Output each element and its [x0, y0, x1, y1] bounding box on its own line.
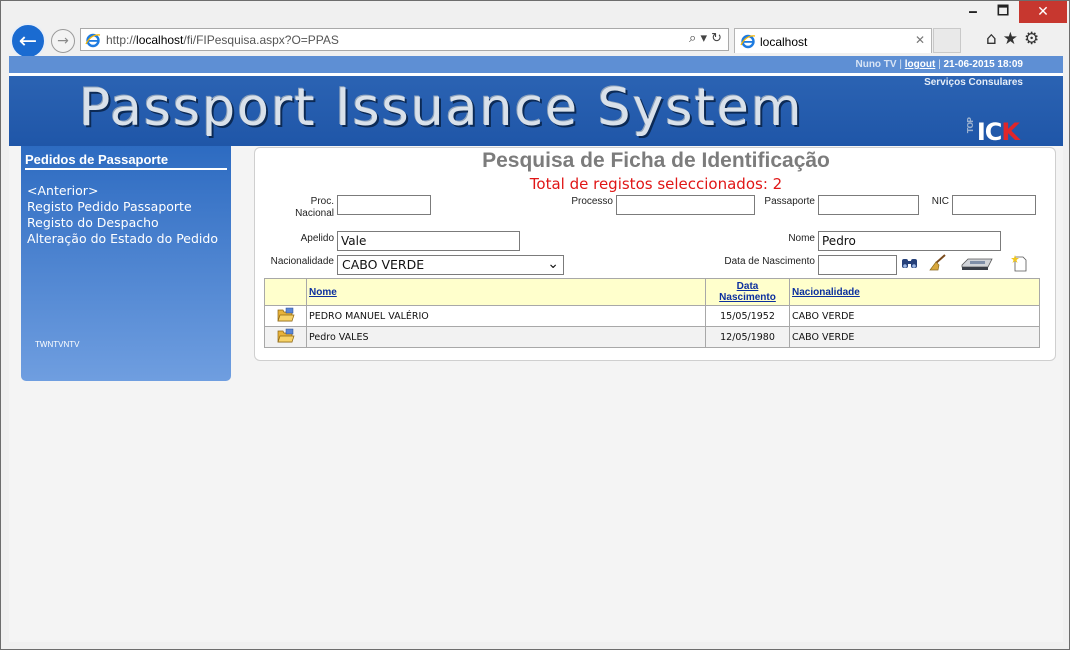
row-data: 15/05/1952 — [705, 305, 790, 327]
navigation-bar: ← → http://localhost/fi/FIPesquisa.aspx?… — [1, 23, 1069, 59]
sidebar-heading: Pedidos de Passaporte — [25, 152, 227, 170]
tab-title: localhost — [760, 35, 808, 49]
row-open-cell[interactable] — [264, 305, 307, 327]
passaporte-label: Passaporte — [764, 196, 815, 207]
ie-icon — [85, 33, 101, 48]
processo-input[interactable] — [616, 195, 755, 215]
table-header-row: Nome Data Nascimento Nacionalidade — [264, 278, 1040, 306]
close-window-button[interactable]: ✕ — [1019, 1, 1067, 23]
sidebar-item-alteracao-estado[interactable]: Alteração do Estado do Pedido — [27, 231, 227, 247]
nic-label: NIC — [931, 196, 949, 207]
data-nascimento-column-header[interactable]: Data Nascimento — [705, 278, 790, 306]
url-text: http://localhost/fi/FIPesquisa.aspx?O=PP… — [106, 33, 339, 47]
nome-column-header[interactable]: Nome — [306, 278, 706, 306]
browser-tools[interactable]: ⌂★⚙ — [986, 29, 1045, 49]
user-info: Nuno TV | logout | 21-06-2015 18:09 — [855, 59, 1023, 70]
banner-subtitle: Serviços Consulares — [924, 77, 1023, 88]
sidebar-footer-text: TWNTVNTV — [35, 340, 80, 349]
user-name: Nuno TV — [855, 59, 897, 70]
new-tab-button[interactable] — [933, 28, 961, 53]
user-bar: Nuno TV | logout | 21-06-2015 18:09 — [9, 56, 1063, 73]
sidebar-item-anterior[interactable]: <Anterior> — [27, 183, 227, 199]
proc-nacional-input[interactable] — [337, 195, 431, 215]
back-button[interactable]: ← — [10, 23, 46, 59]
back-arrow-icon: ← — [18, 29, 38, 54]
sidebar-item-registo-pedido[interactable]: Registo Pedido Passaporte — [27, 199, 227, 215]
table-row[interactable]: Pedro VALES 12/05/1980 CABO VERDE — [264, 326, 1040, 348]
binoculars-search-icon[interactable] — [900, 254, 920, 272]
data-nascimento-input[interactable] — [818, 255, 897, 275]
row-open-cell[interactable] — [264, 326, 307, 348]
chevron-down-icon: ⌄ — [547, 256, 559, 272]
tab-close-icon[interactable]: ✕ — [915, 33, 925, 47]
forward-arrow-icon: → — [57, 33, 69, 49]
separator: | — [938, 59, 941, 70]
nacionalidade-select[interactable]: CABO VERDE ⌄ — [337, 255, 564, 275]
app-title: Passport Issuance System — [79, 78, 804, 138]
passaporte-input[interactable] — [818, 195, 919, 215]
nic-input[interactable] — [952, 195, 1036, 215]
row-nacionalidade: CABO VERDE — [789, 326, 1040, 348]
apelido-label: Apelido — [300, 233, 334, 244]
sidebar-item-registo-despacho[interactable]: Registo do Despacho — [27, 215, 227, 231]
minimize-button[interactable]: 🗕 — [959, 1, 987, 23]
nome-label: Nome — [788, 233, 815, 244]
broom-clear-icon[interactable] — [927, 254, 947, 272]
nome-input[interactable]: Pedro — [818, 231, 1001, 251]
nacionalidade-label: Nacionalidade — [270, 256, 334, 267]
data-nascimento-label: Data de Nascimento — [724, 256, 815, 267]
search-panel: Pesquisa de Ficha de Identificação Total… — [254, 147, 1056, 361]
row-nome: PEDRO MANUEL VALÉRIO — [306, 305, 706, 327]
row-nome: Pedro VALES — [306, 326, 706, 348]
address-bar[interactable]: http://localhost/fi/FIPesquisa.aspx?O=PP… — [80, 28, 729, 51]
ie-icon — [740, 34, 756, 49]
nacionalidade-column-header[interactable]: Nacionalidade — [789, 278, 1040, 306]
scanner-icon[interactable] — [960, 255, 994, 273]
session-datetime: 21-06-2015 18:09 — [943, 59, 1023, 70]
sidebar-menu: <Anterior> Registo Pedido Passaporte Reg… — [27, 183, 227, 247]
table-row[interactable]: PEDRO MANUEL VALÉRIO 15/05/1952 CABO VER… — [264, 305, 1040, 327]
results-table: Nome Data Nascimento Nacionalidade PEDRO… — [264, 278, 1040, 348]
maximize-button[interactable]: 🗖 — [989, 1, 1017, 23]
icon-column-header — [264, 278, 307, 306]
sidebar: Pedidos de Passaporte <Anterior> Registo… — [21, 146, 231, 381]
new-document-icon[interactable] — [1010, 254, 1030, 272]
proc-nacional-label: Proc. Nacional — [295, 196, 334, 219]
web-page: Nuno TV | logout | 21-06-2015 18:09 Serv… — [9, 56, 1063, 642]
tab-localhost[interactable]: localhost ✕ — [734, 28, 932, 53]
row-nacionalidade: CABO VERDE — [789, 305, 1040, 327]
processo-label: Processo — [571, 196, 613, 207]
title-bar: 🗕 🗖 ✕ — [1, 1, 1069, 25]
apelido-input[interactable]: Vale — [337, 231, 520, 251]
logout-link[interactable]: logout — [905, 59, 936, 70]
row-data: 12/05/1980 — [705, 326, 790, 348]
page-title: Pesquisa de Ficha de Identificação — [482, 149, 830, 172]
open-folder-icon[interactable] — [277, 328, 295, 343]
record-count: Total de registos seleccionados: 2 — [529, 175, 783, 193]
address-controls[interactable]: ⌕ ▾ ↻ — [689, 31, 722, 46]
banner: Serviços Consulares Passport Issuance Sy… — [9, 76, 1063, 146]
topick-logo: TOPICK — [965, 118, 1020, 146]
forward-button[interactable]: → — [51, 29, 75, 53]
separator: | — [899, 59, 902, 70]
browser-window: 🗕 🗖 ✕ ← → http://localhost/fi/FIPesquisa… — [0, 0, 1070, 650]
open-folder-icon[interactable] — [277, 307, 295, 322]
